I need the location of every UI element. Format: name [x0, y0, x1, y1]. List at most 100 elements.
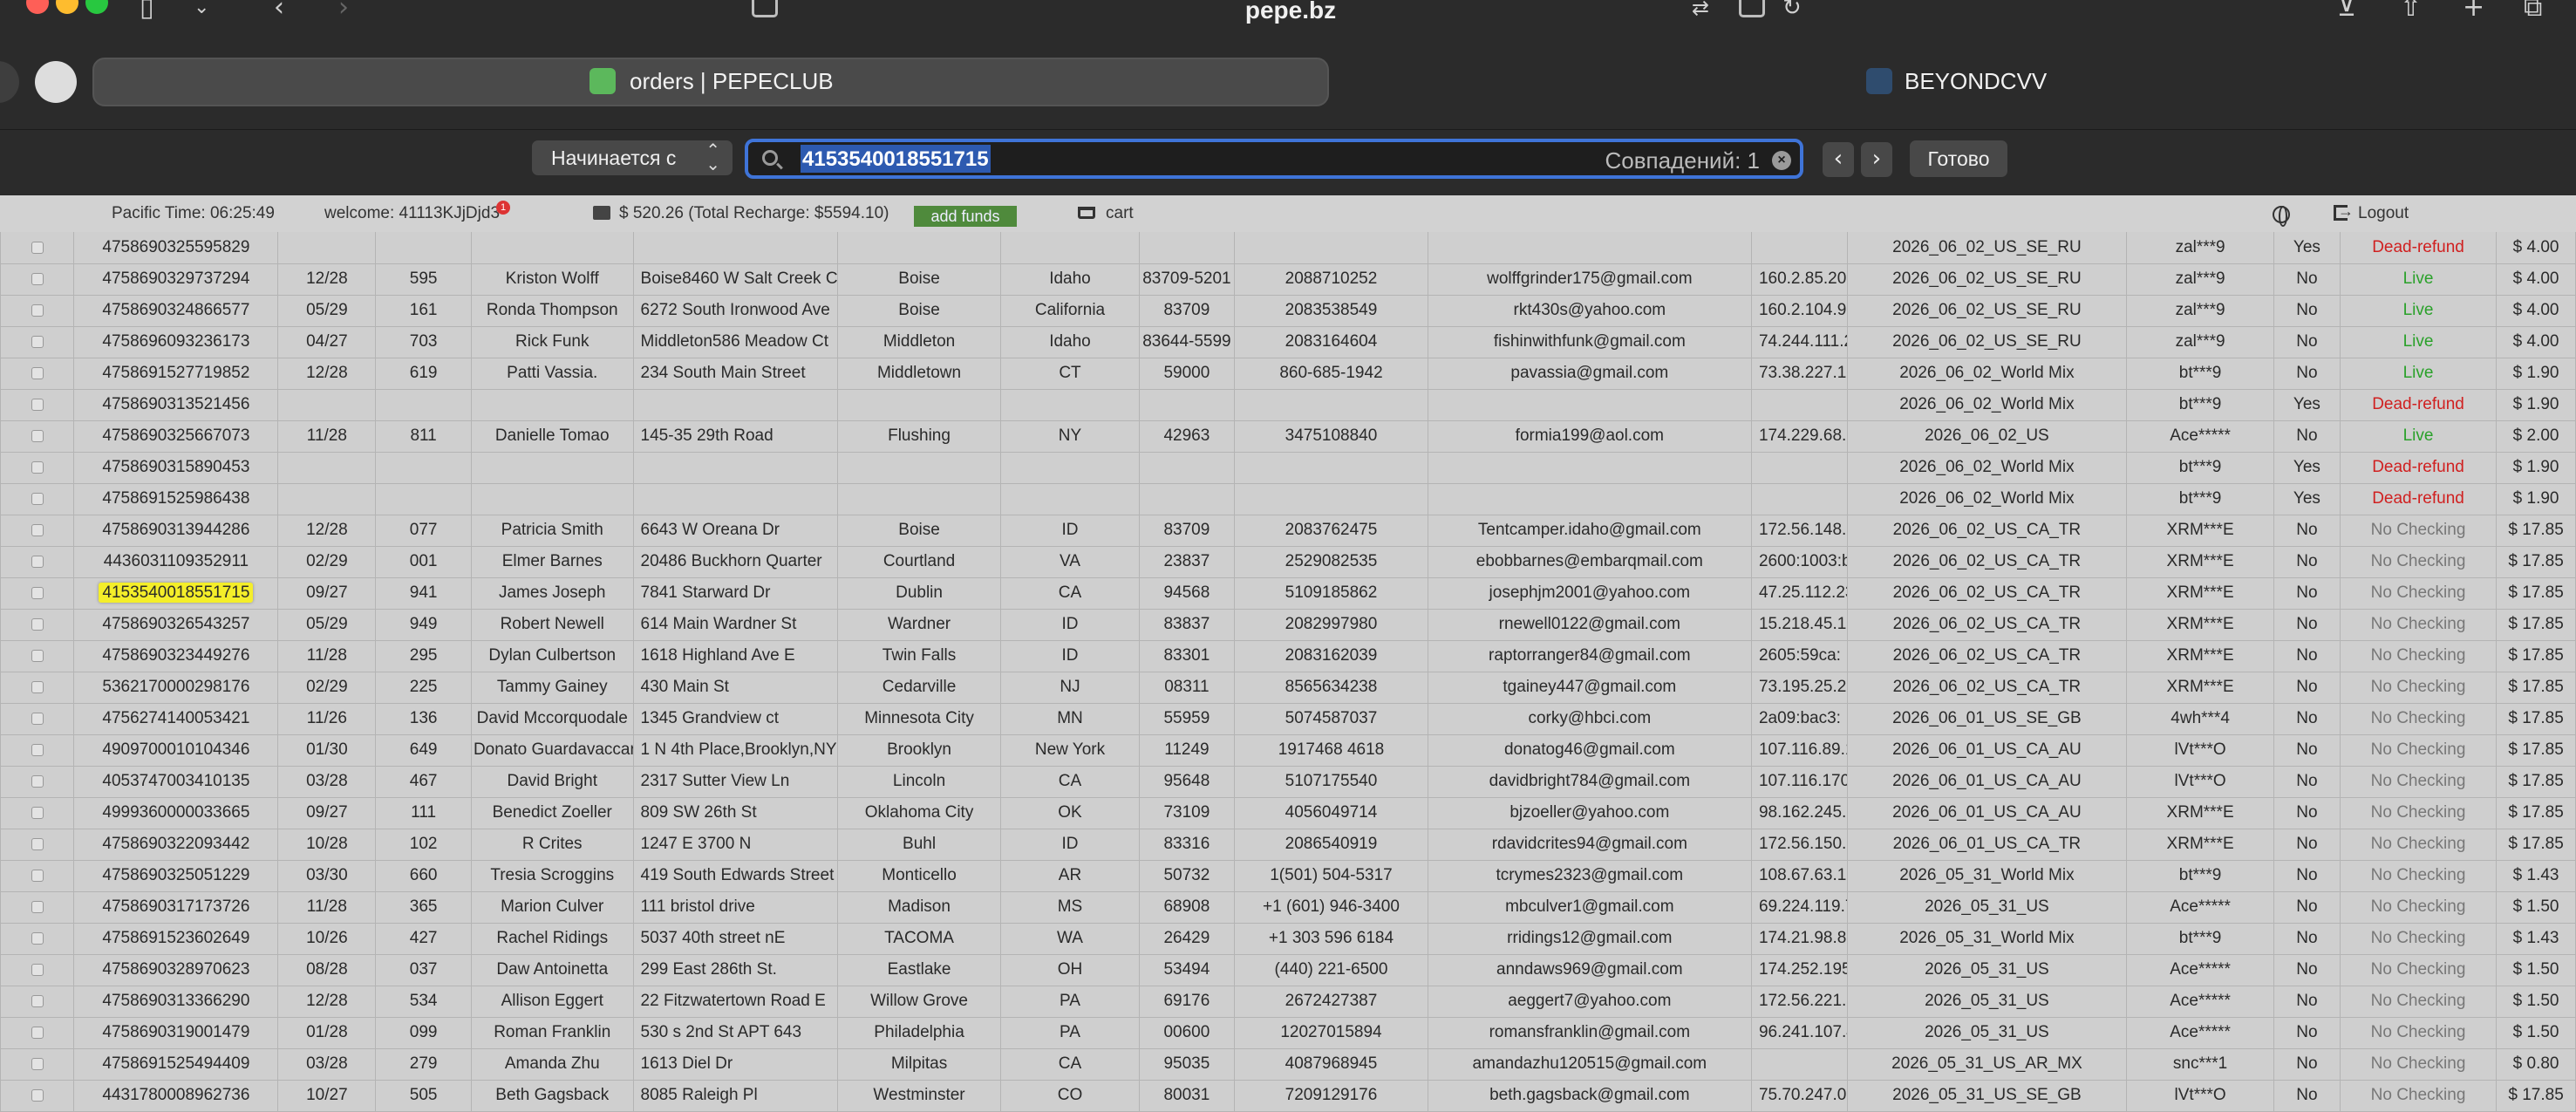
cell-status: No Checking	[2339, 766, 2498, 798]
cell-email: tgainey447@gmail.com	[1427, 672, 1752, 704]
logout-link[interactable]: Logout	[2334, 202, 2409, 223]
row-checkbox[interactable]	[31, 806, 44, 819]
avatar[interactable]	[35, 61, 77, 103]
row-checkbox[interactable]	[31, 1088, 44, 1102]
row-checkbox[interactable]	[31, 1026, 44, 1039]
row-checkbox[interactable]	[31, 555, 44, 568]
extension-icon[interactable]	[1739, 0, 1765, 17]
refunded-text: No	[2296, 269, 2318, 288]
row-checkbox[interactable]	[31, 1057, 44, 1070]
cell-city: Cedarville	[836, 672, 1002, 704]
find-done-button[interactable]: Готово	[1910, 140, 2007, 177]
clear-icon[interactable]: ×	[1772, 151, 1791, 170]
cell-holder-name	[470, 452, 634, 484]
row-checkbox[interactable]	[31, 931, 44, 945]
tab-beyondcvv-title[interactable]: BEYONDCVV	[1905, 68, 2047, 95]
row-checkbox[interactable]	[31, 366, 44, 379]
cell-zip: 50732	[1138, 860, 1236, 892]
tab-orders-title[interactable]: orders | PEPECLUB	[630, 68, 834, 95]
row-checkbox[interactable]	[31, 398, 44, 411]
add-funds-button[interactable]: add funds	[914, 206, 1017, 227]
cvv-text: 703	[409, 332, 438, 351]
card-number-text: 4758690326543257	[102, 615, 250, 633]
new-tab-icon[interactable]: +	[2463, 0, 2484, 21]
base-text: 2026_06_02_US_CA_TR	[1892, 615, 2082, 633]
status-text: No Checking	[2370, 583, 2466, 602]
row-checkbox[interactable]	[31, 586, 44, 599]
cell-card-number: 4758690325051229	[73, 860, 279, 892]
row-checkbox[interactable]	[31, 743, 44, 756]
row-checkbox[interactable]	[31, 272, 44, 285]
cell-state: ID	[1000, 609, 1140, 641]
card-number-text: 5362170000298176	[102, 678, 250, 696]
row-checkbox[interactable]	[31, 649, 44, 662]
find-next-button[interactable]: ›	[1861, 142, 1892, 177]
cell-base: 2026_06_01_US_CA_TR	[1846, 829, 2128, 861]
state-text: California	[1034, 301, 1106, 319]
find-mode-select[interactable]: Начинается с ⌃ ⌄	[532, 140, 733, 175]
row-checkbox[interactable]	[31, 774, 44, 788]
minimize-window-button[interactable]	[56, 0, 78, 14]
base-text: 2026_06_02_World Mix	[1899, 458, 2075, 476]
cell-cvv: 001	[375, 546, 472, 578]
row-checkbox[interactable]	[31, 241, 44, 254]
row-checkbox[interactable]	[31, 900, 44, 913]
find-previous-button[interactable]: ‹	[1823, 142, 1854, 177]
downloads-icon[interactable]: ⊻	[2337, 0, 2356, 21]
row-checkbox[interactable]	[31, 460, 44, 474]
translate-icon[interactable]: ⇄	[1692, 0, 1709, 21]
cell-cvv	[375, 483, 472, 515]
row-checkbox[interactable]	[31, 492, 44, 505]
find-input[interactable]: 4153540018551715 Совпадений: 1 ×	[745, 139, 1803, 179]
row-checkbox[interactable]	[31, 617, 44, 631]
sidebar-toggle-icon[interactable]: ▯	[140, 0, 154, 21]
row-checkbox[interactable]	[31, 335, 44, 348]
cell-zip: 59000	[1138, 358, 1236, 390]
welcome-user[interactable]: welcome: 41113KJjDjd31	[324, 201, 511, 223]
table-row: 4758690325051229 03/30 660 Tresia Scroggins…	[0, 860, 2576, 892]
city-text: Minnesota City	[864, 709, 974, 727]
zoom-window-button[interactable]	[85, 0, 108, 14]
row-checkbox[interactable]	[31, 837, 44, 850]
table-row: 4758690317173726 11/28 365 Marion Culver 111…	[0, 891, 2576, 924]
tab-overview-icon[interactable]: ⧉	[2524, 0, 2542, 21]
holder-name-text: David Mccorquodale	[476, 709, 628, 727]
row-checkbox[interactable]	[31, 523, 44, 536]
profile-button[interactable]	[0, 61, 19, 103]
cell-base: 2026_06_01_US_CA_AU	[1846, 766, 2128, 798]
cell-state: WA	[1000, 923, 1140, 955]
address-bar[interactable]: pepe.bz	[1186, 0, 1395, 24]
zip-text: 08311	[1164, 678, 1210, 696]
row-checkbox[interactable]	[31, 304, 44, 317]
reload-icon[interactable]: ↻	[1782, 0, 1802, 21]
back-icon[interactable]: ‹	[274, 0, 284, 21]
cell-base: 2026_05_31_US_AR_MX	[1846, 1048, 2128, 1081]
find-match-count: Совпадений: 1	[1605, 147, 1760, 174]
cell-holder-name: Elmer Barnes	[470, 546, 634, 578]
forward-icon[interactable]: ›	[338, 0, 349, 21]
cell-address: 1618 Highland Ave E	[632, 640, 838, 672]
row-checkbox[interactable]	[31, 869, 44, 882]
row-checkbox[interactable]	[31, 994, 44, 1007]
cell-email: mbculver1@gmail.com	[1427, 891, 1752, 924]
find-query-text[interactable]: 4153540018551715	[801, 145, 991, 173]
row-checkbox[interactable]	[31, 680, 44, 693]
email-text: ebobbarnes@embarqmail.com	[1475, 552, 1703, 570]
share-icon[interactable]: ⇧	[2400, 0, 2422, 21]
cell-city	[836, 389, 1002, 421]
close-window-button[interactable]	[26, 0, 49, 14]
row-checkbox[interactable]	[31, 963, 44, 976]
reader-icon[interactable]	[752, 0, 778, 17]
row-checkbox[interactable]	[31, 429, 44, 442]
notification-badge[interactable]: 1	[496, 201, 511, 215]
status-text: No Checking	[2370, 678, 2466, 696]
chevron-down-icon[interactable]: ⌄	[194, 0, 209, 21]
holder-name-text: Patricia Smith	[501, 521, 603, 539]
cell-ip	[1750, 452, 1848, 484]
row-checkbox[interactable]	[31, 712, 44, 725]
cart-link[interactable]: cart	[1078, 204, 1134, 223]
expiry-text: 10/26	[306, 929, 348, 947]
globe-icon[interactable]	[2273, 206, 2290, 227]
balance: $ 520.26 (Total Recharge: $5594.10)	[593, 204, 889, 223]
cell-price: $ 17.85	[2496, 1080, 2576, 1112]
